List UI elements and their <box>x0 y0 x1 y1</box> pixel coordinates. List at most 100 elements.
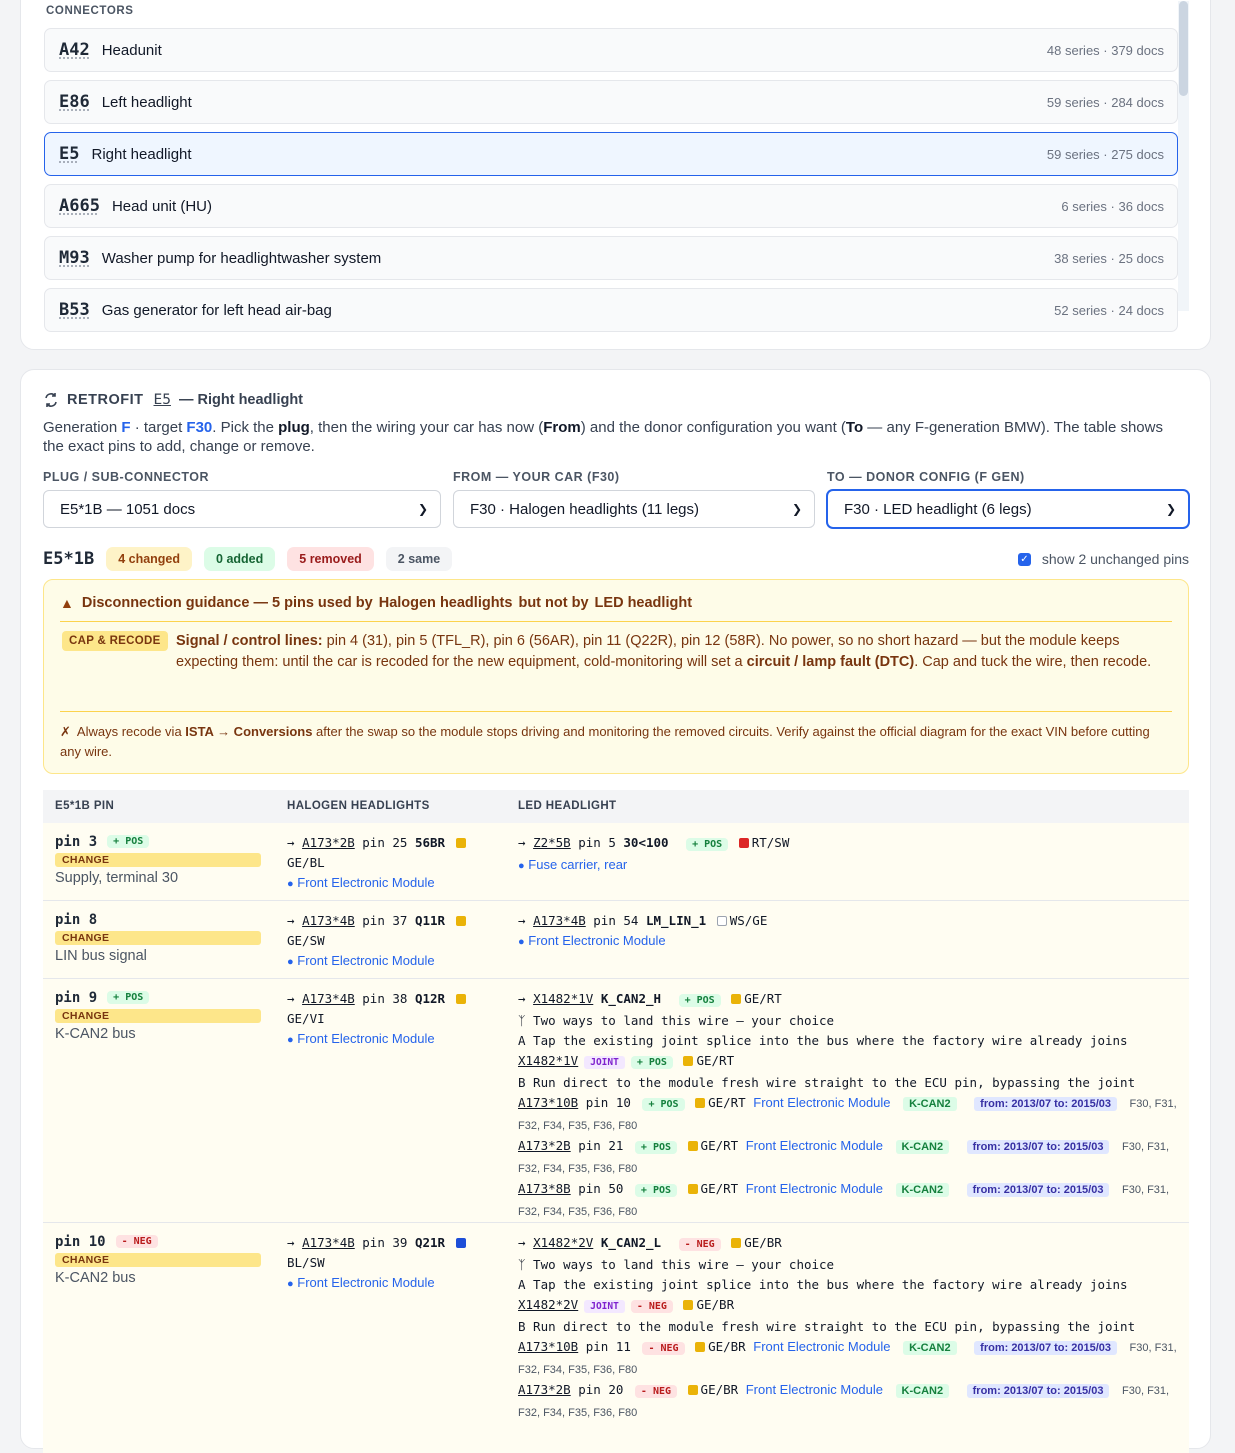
joint-connector[interactable]: X1482*2V <box>518 1297 578 1312</box>
location-pin-icon: ● <box>287 1034 294 1046</box>
date-range-badge: from: 2013/07 to: 2015/03 <box>966 1140 1110 1154</box>
connector-item-e5-selected[interactable]: E5 Right headlight 59 series · 275 docs <box>44 132 1178 176</box>
location-pin-icon: ● <box>287 1278 294 1290</box>
retrofit-subtitle: — Right headlight <box>178 392 304 408</box>
option-b: B Run direct to the module fresh wire st… <box>518 1319 1136 1334</box>
guidance-heading: ▲ Disconnection guidance — 5 pins used by… <box>60 595 693 611</box>
change-badge: CHANGE <box>55 1253 261 1267</box>
pin-label: pin 9 <box>55 989 98 1006</box>
pin-description: K-CAN2 bus <box>55 1270 136 1286</box>
change-badge: CHANGE <box>55 931 261 945</box>
connector-meta: 6 series · 36 docs <box>1061 198 1164 214</box>
pin-description: K-CAN2 bus <box>55 1026 136 1042</box>
plug-select-value: E5*1B — 1051 docs <box>60 500 196 518</box>
connector-item-b53[interactable]: B53 Gas generator for left head air-bag 52… <box>44 288 1178 332</box>
summary-plug: E5*1B <box>43 549 95 569</box>
pin-description: Supply, terminal 30 <box>55 870 179 886</box>
cap-recode-badge: CAP & RECODE <box>62 631 168 651</box>
same-count-pill: 2 same <box>385 547 453 571</box>
direct-option: A173*8B pin 50 + POS GE/RT Front Electro… <box>518 1181 1170 1218</box>
option-a: A Tap the existing joint splice into the… <box>518 1277 1128 1292</box>
retrofit-title: RETROFIT <box>67 392 144 408</box>
connector-item-a665[interactable]: A665 Head unit (HU) 6 series · 36 docs <box>44 184 1178 228</box>
plug-select-label: PLUG / SUB-CONNECTOR <box>43 470 210 484</box>
to-connector[interactable]: A173*4B <box>533 913 586 928</box>
warning-icon: ▲ <box>60 595 74 611</box>
connector-meta: 52 series · 24 docs <box>1054 302 1164 318</box>
to-connector[interactable]: Z2*5B <box>533 835 571 850</box>
retrofit-intro: Generation F · target F30. Pick the plug… <box>43 419 1163 455</box>
from-select-value: F30 · Halogen headlights (11 legs) <box>470 500 700 518</box>
plug-select[interactable]: E5*1B — 1051 docs ❯ <box>43 490 441 528</box>
wire-color-swatch <box>738 838 749 848</box>
added-count-pill: 0 added <box>204 547 276 571</box>
changed-count-pill: 4 changed <box>106 547 193 571</box>
show-unchanged-toggle[interactable]: ✓ show 2 unchanged pins <box>1017 551 1189 567</box>
to-select[interactable]: F30 · LED headlight (6 legs) ❯ <box>827 490 1189 528</box>
direct-option: A173*2B pin 20 - NEG GE/BR Front Electro… <box>518 1382 1170 1419</box>
connector-name: Right headlight <box>91 145 192 163</box>
joint-badge: JOINT <box>584 1300 625 1313</box>
to-location-link[interactable]: ● Front Electronic Module <box>518 931 1188 952</box>
chevron-down-icon: ❯ <box>1165 502 1176 516</box>
from-connector[interactable]: A173*4B <box>302 1235 355 1250</box>
col-header-pin: E5*1B PIN <box>55 800 115 812</box>
connector-item-e86[interactable]: E86 Left headlight 59 series · 284 docs <box>44 80 1178 124</box>
wire-color-swatch <box>455 838 466 848</box>
retrofit-card: RETROFIT E5 — Right headlight Generation… <box>20 369 1211 1453</box>
disconnection-guidance: ▲ Disconnection guidance — 5 pins used by… <box>43 579 1189 774</box>
scrollbar-thumb[interactable] <box>1179 1 1188 96</box>
connector-code: B53 <box>59 300 90 320</box>
table-row: pin 8 CHANGE LIN bus signal → A173*4B pin … <box>43 901 1189 979</box>
connector-item-m93[interactable]: M93 Washer pump for headlightwasher syste… <box>44 236 1178 280</box>
table-row: pin 10- NEG CHANGE K-CAN2 bus → A173*4B pi… <box>43 1223 1189 1453</box>
option-a: A Tap the existing joint splice into the… <box>518 1033 1128 1048</box>
checkbox-checked-icon[interactable]: ✓ <box>1017 552 1031 566</box>
location-pin-icon: ● <box>287 956 294 968</box>
date-range-badge: from: 2013/07 to: 2015/03 <box>966 1183 1110 1197</box>
location-pin-icon: ● <box>518 860 525 872</box>
from-location-link[interactable]: ● Front Electronic Module <box>287 1273 487 1294</box>
to-select-value: F30 · LED headlight (6 legs) <box>844 500 1032 518</box>
from-connector[interactable]: A173*2B <box>302 835 355 850</box>
from-location-link[interactable]: ● Front Electronic Module <box>287 873 487 894</box>
connector-name: Head unit (HU) <box>111 197 212 215</box>
show-unchanged-label: show 2 unchanged pins <box>1041 551 1189 567</box>
guidance-body: Signal / control lines: pin 4 (31), pin … <box>176 633 1152 670</box>
polarity-badge: - NEG <box>115 1235 158 1248</box>
from-connector[interactable]: A173*4B <box>302 991 355 1006</box>
from-connector[interactable]: A173*4B <box>302 913 355 928</box>
pin-table-header: E5*1B PIN HALOGEN HEADLIGHTS LED HEADLIG… <box>43 790 1189 823</box>
change-badge: CHANGE <box>55 853 261 867</box>
chevron-down-icon: ❯ <box>791 502 802 516</box>
connector-code: A665 <box>59 196 100 216</box>
connector-item-a42[interactable]: A42 Headunit 48 series · 379 docs <box>44 28 1178 72</box>
pin-label: pin 10 <box>55 1233 106 1250</box>
date-range-badge: from: 2013/07 to: 2015/03 <box>974 1097 1118 1111</box>
connector-meta: 38 series · 25 docs <box>1054 250 1164 266</box>
polarity-badge: + POS <box>107 991 150 1004</box>
connector-meta: 48 series · 379 docs <box>1046 42 1164 58</box>
wire-color-swatch <box>716 916 727 926</box>
tools-icon: ✗ <box>60 724 71 739</box>
diff-summary: E5*1B 4 changed 0 added 5 removed 2 same… <box>43 545 1189 573</box>
direct-option: A173*2B pin 21 + POS GE/RT Front Electro… <box>518 1138 1170 1175</box>
retrofit-connector-code: E5 <box>153 392 171 408</box>
from-select-label: FROM — YOUR CAR (F30) <box>453 470 620 484</box>
location-pin-icon: ● <box>287 878 294 890</box>
to-connector[interactable]: X1482*1V <box>533 991 593 1006</box>
joint-connector[interactable]: X1482*1V <box>518 1053 578 1068</box>
connector-list-scrollbar[interactable] <box>1178 1 1189 311</box>
retrofit-swap-icon <box>45 393 57 407</box>
chevron-down-icon: ❯ <box>417 502 428 516</box>
connector-name: Gas generator for left head air-bag <box>101 301 332 319</box>
from-location-link[interactable]: ● Front Electronic Module <box>287 1029 487 1050</box>
connector-code: E86 <box>59 92 90 112</box>
connector-list: A42 Headunit 48 series · 379 docs E86 Left … <box>44 28 1178 340</box>
to-location-link[interactable]: ● Fuse carrier, rear <box>518 855 1188 876</box>
to-connector[interactable]: X1482*2V <box>533 1235 593 1250</box>
connectors-section-label: CONNECTORS <box>46 5 134 17</box>
connector-code: E5 <box>59 144 80 164</box>
from-location-link[interactable]: ● Front Electronic Module <box>287 951 487 972</box>
from-select[interactable]: F30 · Halogen headlights (11 legs) ❯ <box>453 490 815 528</box>
